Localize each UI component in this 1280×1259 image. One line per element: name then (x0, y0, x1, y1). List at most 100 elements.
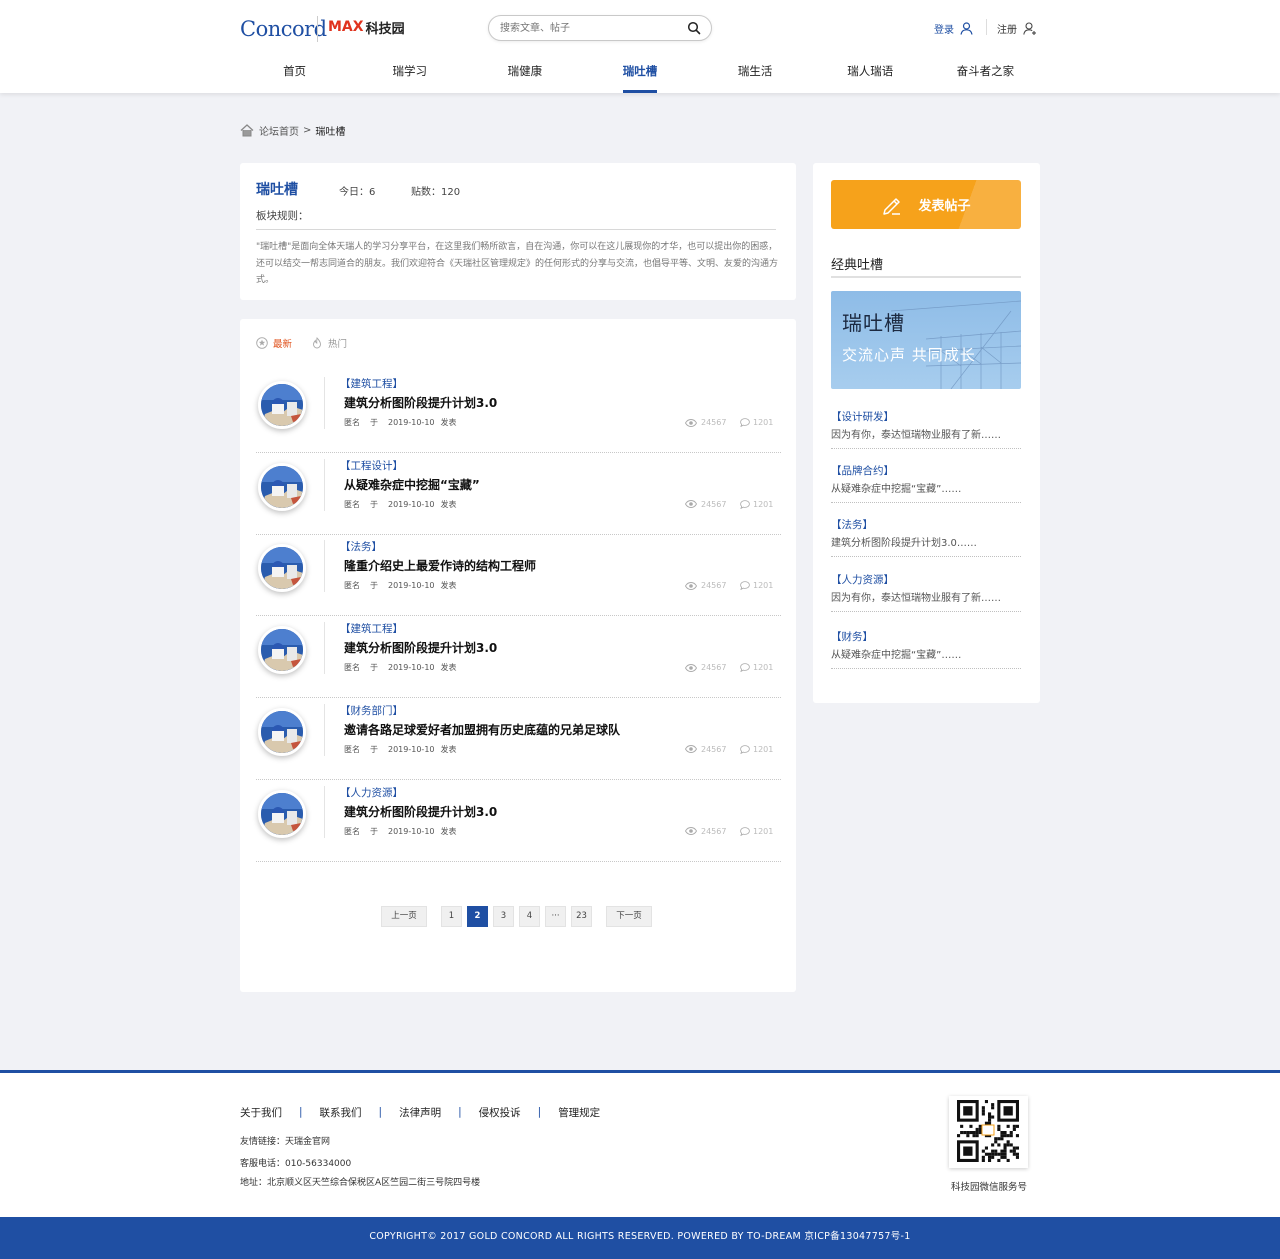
classic-item[interactable]: 【财务】从疑难杂症中挖掘“宝藏”…… (831, 629, 1021, 669)
post-views: 24567 (685, 826, 726, 837)
post-views-count: 24567 (701, 418, 727, 427)
post-meta: 匿名于 2019-10-10 发表 (344, 580, 467, 591)
post-title[interactable]: 邀请各路足球爱好者加盟拥有历史底蕴的兄弟足球队 (344, 721, 620, 738)
classic-item-category[interactable]: 【财务】 (831, 629, 873, 644)
classic-item-text[interactable]: 从疑难杂症中挖掘“宝藏”…… (831, 646, 961, 661)
classic-item-category[interactable]: 【品牌合约】 (831, 463, 894, 478)
post-row[interactable]: 【建筑工程】 建筑分析图阶段提升计划3.0 匿名于 2019-10-10 发表 24567… (256, 616, 781, 699)
footer-link[interactable]: 联系我们 (320, 1105, 362, 1120)
post-replies-count: 1201 (753, 418, 774, 427)
nav-item-life[interactable]: 瑞生活 (698, 56, 813, 93)
avatar[interactable] (258, 381, 306, 429)
classic-heading-divider (831, 276, 1021, 278)
post-replies: 1201 (740, 499, 773, 510)
post-title[interactable]: 建筑分析图阶段提升计划3.0 (344, 803, 497, 820)
page-button-2[interactable]: 2 (467, 906, 488, 927)
post-date-prefix: 于 (370, 418, 378, 427)
post-row[interactable]: 【法务】隆重介绍史上最爱作诗的结构工程师匿名于 2019-10-10 发表 24567… (256, 534, 781, 617)
post-title[interactable]: 从疑难杂症中挖掘“宝藏” (344, 476, 480, 493)
avatar-image (261, 792, 303, 835)
post-row[interactable]: 【建筑工程】 建筑分析图阶段提升计划3.0 匿名于 2019-10-10 发表 24567… (256, 371, 781, 453)
nav-item-complaints[interactable]: 瑞吐槽 (582, 56, 697, 93)
classic-item[interactable]: 【法务】建筑分析图阶段提升计划3.0…… (831, 517, 1021, 557)
post-category[interactable]: 【建筑工程】 (340, 376, 403, 391)
nav-item-learning[interactable]: 瑞学习 (352, 56, 467, 93)
post-row[interactable]: 【人力资源】 建筑分析图阶段提升计划3.0 匿名于 2019-10-10 发表 24567… (256, 780, 781, 862)
classic-item-text[interactable]: 因为有你，泰达恒瑞物业服有了新…… (831, 426, 1001, 441)
tab-latest[interactable]: 最新 (256, 336, 292, 350)
classic-item-category[interactable]: 【法务】 (831, 517, 873, 532)
post-category[interactable]: 【法务】 (340, 539, 382, 554)
post-category[interactable]: 【工程设计】 (340, 458, 403, 473)
banner-title: 瑞吐槽 (842, 311, 905, 335)
post-meta: 匿名于 2019-10-10 发表 (344, 744, 467, 755)
register-link[interactable]: 注册 (997, 20, 1037, 36)
classic-item-text[interactable]: 建筑分析图阶段提升计划3.0…… (831, 534, 977, 549)
classic-item[interactable]: 【品牌合约】从疑难杂症中挖掘“宝藏”…… (831, 463, 1021, 503)
rules-divider (256, 229, 776, 230)
footer-link[interactable]: 管理规定 (558, 1105, 600, 1120)
nav-item-voices[interactable]: 瑞人瑞语 (813, 56, 928, 93)
post-category[interactable]: 【财务部门】 (340, 703, 403, 718)
concord-logo-text: Concord (240, 17, 327, 41)
footer-link[interactable]: 关于我们 (240, 1105, 282, 1120)
friend-links[interactable]: 友情链接：天瑞金官网 (240, 1134, 330, 1147)
next-page-button[interactable]: 下一页 (606, 906, 652, 927)
nav-item-home[interactable]: 首页 (237, 56, 352, 93)
qr-code-graphic (957, 1100, 1019, 1162)
classic-item-text[interactable]: 从疑难杂症中挖掘“宝藏”…… (831, 480, 961, 495)
post-title[interactable]: 建筑分析图阶段提升计划3.0 (344, 394, 497, 411)
post-date: 2019-10-10 (388, 744, 435, 754)
prev-page-button[interactable]: 上一页 (381, 906, 427, 927)
login-link[interactable]: 登录 (934, 20, 973, 36)
page-button-3[interactable]: 3 (493, 906, 514, 927)
avatar[interactable] (258, 626, 306, 675)
post-category[interactable]: 【人力资源】 (340, 785, 403, 800)
post-row[interactable]: 【财务部门】 邀请各路足球爱好者加盟拥有历史底蕴的兄弟足球队 匿名于 2019-10-… (256, 698, 781, 780)
avatar[interactable] (258, 707, 306, 756)
post-category[interactable]: 【建筑工程】 (340, 621, 403, 636)
user-add-icon (1023, 21, 1036, 35)
classic-item-category[interactable]: 【设计研发】 (831, 409, 894, 424)
post-date-prefix: 于 (370, 663, 378, 673)
search-icon[interactable] (687, 21, 701, 35)
search-input[interactable] (500, 20, 680, 37)
search-box (488, 15, 712, 41)
post-divider (324, 458, 325, 511)
max-logo[interactable]: MAX 科技园 (328, 16, 405, 38)
classic-banner[interactable]: 瑞吐槽 交流心声 共同成长 (831, 291, 1021, 389)
eye-icon (685, 418, 697, 427)
footer-link-separator: | (299, 1106, 303, 1118)
avatar[interactable] (258, 789, 306, 838)
avatar[interactable] (258, 462, 306, 511)
classic-item[interactable]: 【设计研发】因为有你，泰达恒瑞物业服有了新…… (831, 409, 1021, 449)
avatar-image (261, 629, 303, 672)
page-button-1[interactable]: 1 (441, 906, 462, 927)
post-row[interactable]: 【工程设计】 从疑难杂症中挖掘“宝藏” 匿名于 2019-10-10 发表 24567 12… (256, 453, 781, 535)
footer-link[interactable]: 法律声明 (399, 1105, 441, 1120)
footer-link[interactable]: 侵权投诉 (479, 1105, 521, 1120)
new-post-button[interactable]: 发表帖子 (831, 180, 1021, 229)
concord-logo[interactable]: Concord (240, 14, 327, 44)
post-title[interactable]: 建筑分析图阶段提升计划3.0 (344, 639, 497, 656)
post-title[interactable]: 隆重介绍史上最爱作诗的结构工程师 (344, 557, 536, 574)
breadcrumb-home[interactable]: 论坛首页 (259, 123, 299, 138)
page-button-23[interactable]: 23 (571, 906, 592, 927)
post-views-count: 24567 (701, 581, 727, 591)
classic-item[interactable]: 【人力资源】因为有你，泰达恒瑞物业服有了新…… (831, 572, 1021, 612)
breadcrumb-current: 瑞吐槽 (315, 126, 346, 138)
avatar[interactable] (258, 544, 306, 593)
avatar-image (261, 465, 303, 508)
comment-icon (740, 499, 750, 509)
rules-label: 板块规则： (256, 210, 309, 222)
post-divider (324, 377, 325, 429)
post-replies: 1201 (740, 662, 773, 673)
comment-icon (740, 581, 750, 591)
page-button-4[interactable]: 4 (519, 906, 540, 927)
nav-item-strivers-home[interactable]: 奋斗者之家 (928, 56, 1043, 93)
classic-item-text[interactable]: 因为有你，泰达恒瑞物业服有了新…… (831, 589, 1001, 604)
classic-item-category[interactable]: 【人力资源】 (831, 572, 894, 587)
post-date-prefix: 于 (370, 744, 378, 754)
tab-hot[interactable]: 热门 (311, 336, 347, 350)
nav-item-health[interactable]: 瑞健康 (467, 56, 582, 93)
